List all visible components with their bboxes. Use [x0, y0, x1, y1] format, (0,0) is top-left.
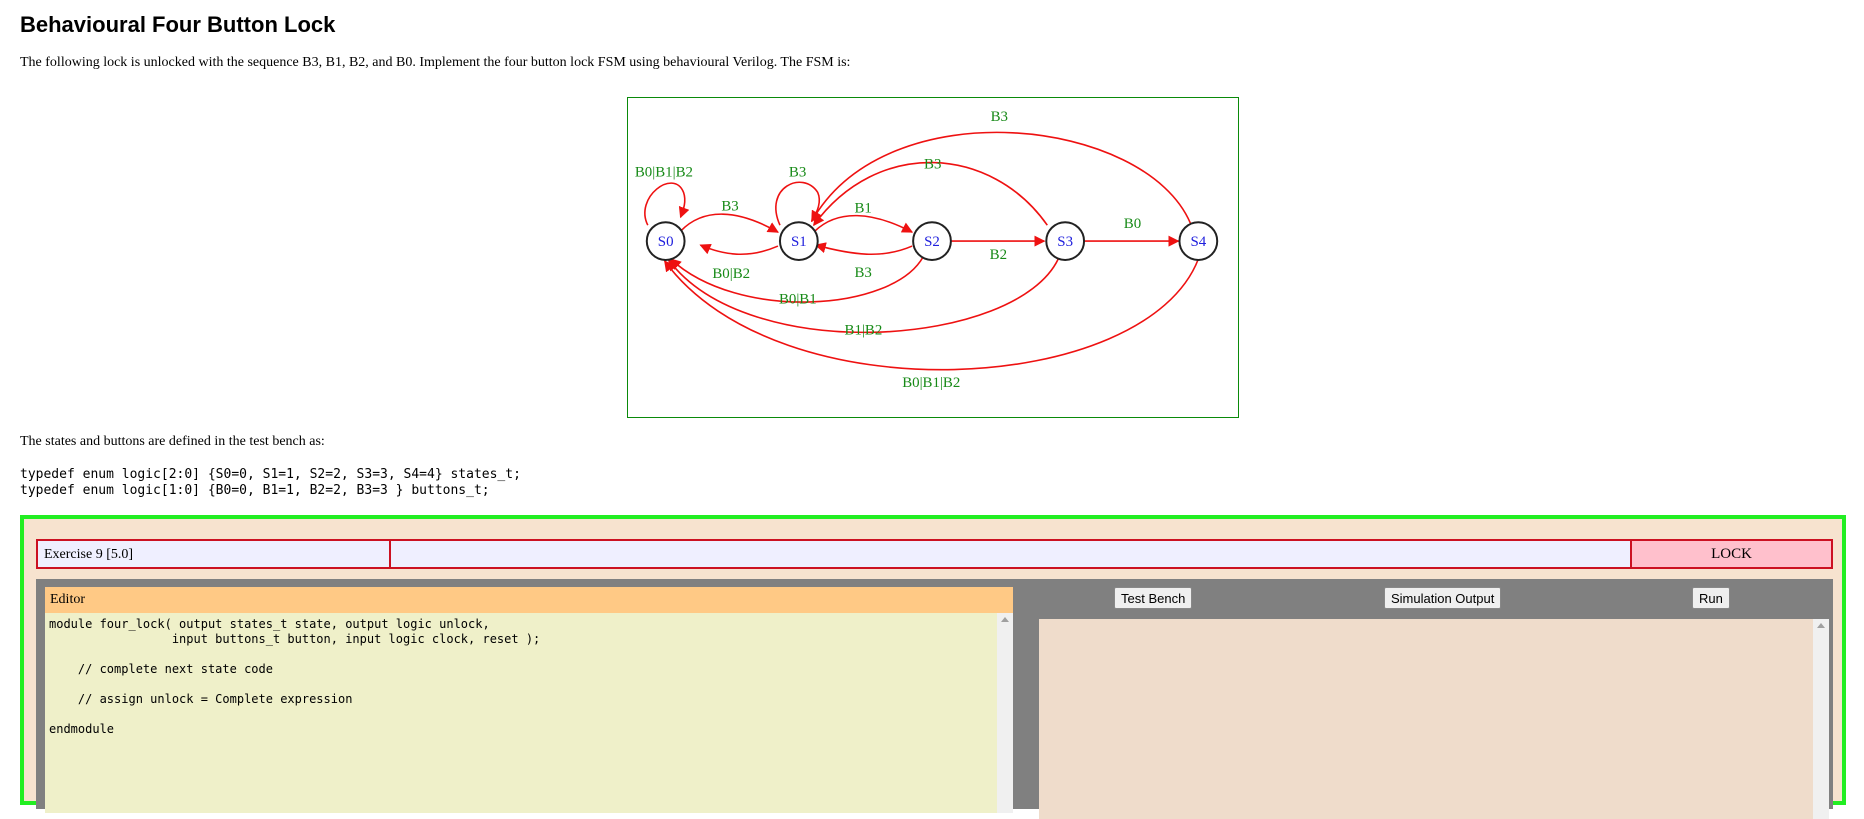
editor-header: Editor — [45, 587, 1013, 613]
label-s0-s0: B0|B1|B2 — [635, 165, 693, 181]
output-scrollbar[interactable] — [1813, 619, 1829, 819]
lock-button[interactable]: LOCK — [1632, 541, 1831, 567]
label-s1-s2: B1 — [854, 200, 871, 216]
edge-s1-s0 — [699, 243, 779, 255]
page-title: Behavioural Four Button Lock — [20, 12, 336, 37]
state-s1: S1 — [778, 221, 819, 261]
label-s1-s1: B3 — [789, 165, 806, 181]
scroll-up-icon[interactable] — [1817, 623, 1825, 628]
simulation-output-area[interactable] — [1039, 619, 1829, 819]
exercise-title: Exercise 9 [5.0] — [38, 541, 391, 567]
label-s3-s1: B3 — [924, 157, 941, 173]
state-s1-label: S1 — [791, 234, 807, 250]
edge-s2-s1 — [814, 242, 913, 256]
label-s2-s3: B2 — [990, 247, 1007, 263]
edge-s1-s2 — [814, 214, 914, 233]
state-s4-label: S4 — [1190, 234, 1206, 250]
label-s1-s0: B0|B2 — [712, 266, 750, 282]
label-s2-s1: B3 — [854, 265, 871, 281]
label-s2-s0: B0|B1 — [779, 292, 817, 308]
state-s2-label: S2 — [924, 234, 940, 250]
run-button[interactable]: Run — [1692, 587, 1730, 609]
typedef-states: typedef enum logic[2:0] {S0=0, S1=1, S2=… — [20, 467, 521, 482]
state-s2: S2 — [912, 221, 952, 261]
defs-intro-text: The states and buttons are defined in th… — [20, 434, 325, 449]
fsm-svg: B0|B1|B2 B3 B0|B2 B3 B1 B3 B0|B1 B2 B3 B… — [635, 109, 1219, 391]
fsm-diagram: B0|B1|B2 B3 B0|B2 B3 B1 B3 B0|B1 B2 B3 B… — [627, 97, 1239, 418]
workspace: Editor module four_lock( output states_t… — [36, 579, 1833, 819]
scroll-up-icon[interactable] — [1001, 617, 1009, 622]
exercise-panel: Exercise 9 [5.0] LOCK Editor module four… — [20, 515, 1846, 819]
state-s0-label: S0 — [658, 234, 674, 250]
label-s0-s1: B3 — [721, 198, 738, 214]
simulation-output-button[interactable]: Simulation Output — [1384, 587, 1502, 609]
label-s3-s4: B0 — [1124, 216, 1141, 232]
state-s3-label: S3 — [1057, 234, 1073, 250]
typedef-buttons: typedef enum logic[1:0] {B0=0, B1=1, B2=… — [20, 483, 490, 498]
code-editor[interactable]: module four_lock( output states_t state,… — [45, 613, 1013, 813]
edge-s0-s1 — [680, 213, 779, 233]
exercise-status — [391, 541, 1632, 567]
edge-s0-s0 — [644, 182, 690, 226]
test-bench-button[interactable]: Test Bench — [1114, 587, 1193, 609]
code-text[interactable]: module four_lock( output states_t state,… — [45, 613, 1013, 741]
state-s4: S4 — [1178, 221, 1219, 261]
editor-scrollbar[interactable] — [997, 613, 1013, 813]
label-s3-s0: B1|B2 — [845, 323, 883, 339]
state-s3: S3 — [1045, 221, 1086, 261]
intro-text: The following lock is unlocked with the … — [20, 55, 851, 70]
exercise-header: Exercise 9 [5.0] LOCK — [36, 539, 1833, 569]
state-s0: S0 — [645, 221, 686, 261]
label-s4-s1: B3 — [991, 109, 1008, 125]
output-text — [1039, 619, 1829, 627]
label-s4-s0: B0|B1|B2 — [902, 375, 960, 391]
